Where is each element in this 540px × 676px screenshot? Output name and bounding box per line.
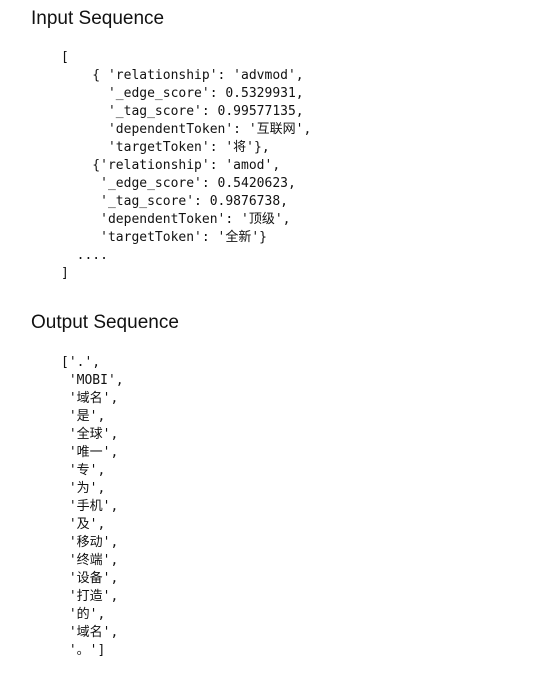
input-sequence-code-block: [ { 'relationship': 'advmod', '_edge_sco… xyxy=(61,49,311,283)
code-line: ['.', xyxy=(61,355,101,370)
code-line: '及', xyxy=(61,517,106,532)
code-line: '_edge_score': 0.5420623, xyxy=(61,176,296,191)
code-line: '的', xyxy=(61,607,106,622)
code-line: '手机', xyxy=(61,499,119,514)
input-sequence-heading: Input Sequence xyxy=(31,8,165,29)
code-line: '唯一', xyxy=(61,445,119,460)
code-line: '是', xyxy=(61,409,106,424)
code-line: 'dependentToken': '互联网', xyxy=(61,122,312,137)
code-line: 'targetToken': '将'}, xyxy=(61,140,270,155)
code-line: '专', xyxy=(61,463,106,478)
code-line: [ xyxy=(61,50,69,65)
code-line: '域名', xyxy=(61,391,119,406)
code-line: { 'relationship': 'advmod', xyxy=(61,68,304,83)
code-line: '设备', xyxy=(61,571,119,586)
code-line: '为', xyxy=(61,481,106,496)
code-line: '域名', xyxy=(61,625,119,640)
code-line: {'relationship': 'amod', xyxy=(61,158,281,173)
page: Input Sequence [ { 'relationship': 'advm… xyxy=(0,0,540,676)
code-line: '。'] xyxy=(61,643,106,658)
code-line: '移动', xyxy=(61,535,119,550)
code-line: '_tag_score': 0.99577135, xyxy=(61,104,304,119)
code-line: '全球', xyxy=(61,427,119,442)
code-line: '_edge_score': 0.5329931, xyxy=(61,86,304,101)
code-line: 'MOBI', xyxy=(61,373,124,388)
code-line: '_tag_score': 0.9876738, xyxy=(61,194,288,209)
code-line: '终端', xyxy=(61,553,119,568)
output-sequence-code-block: ['.', 'MOBI', '域名', '是', '全球', '唯一', '专'… xyxy=(61,354,124,660)
code-line: 'targetToken': '全新'} xyxy=(61,230,268,245)
code-line: 'dependentToken': '顶级', xyxy=(61,212,291,227)
code-line: ] xyxy=(61,266,69,281)
code-line: '打造', xyxy=(61,589,119,604)
output-sequence-heading: Output Sequence xyxy=(31,312,179,333)
code-line: .... xyxy=(61,248,108,263)
